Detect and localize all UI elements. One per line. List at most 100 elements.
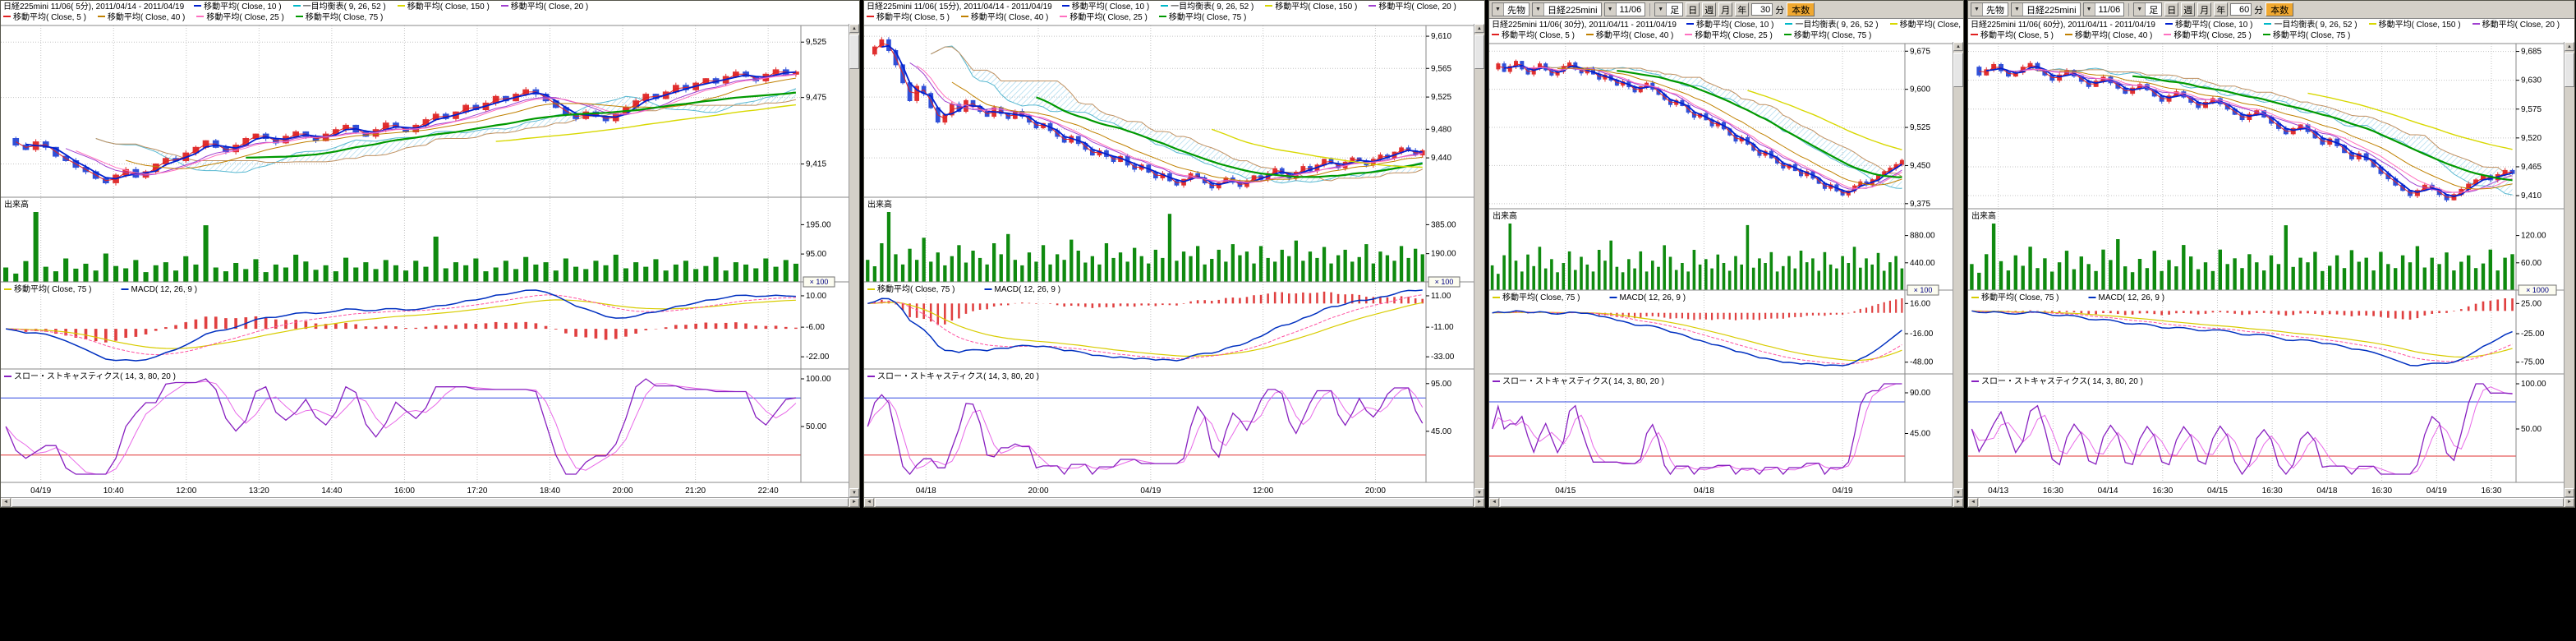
scroll-right-icon[interactable]: ► xyxy=(1953,498,1963,507)
minutes-input[interactable] xyxy=(2230,3,2252,16)
period-day-button[interactable]: 日 xyxy=(1686,2,1700,16)
category-dropdown[interactable]: ▼ 先物 xyxy=(1971,2,2008,16)
contract-dropdown[interactable]: ▼ 11/06 xyxy=(2083,2,2125,16)
horizontal-scrollbar[interactable]: ◄ ► xyxy=(1489,497,1963,507)
indicator-label: 移動平均( Close, 25 ) xyxy=(1060,13,1147,22)
scroll-right-icon[interactable]: ► xyxy=(849,498,859,507)
indicator-label: 移動平均( Close, 75 ) xyxy=(296,13,383,22)
bars-count-button[interactable]: 本数 xyxy=(2266,2,2293,16)
vertical-scrollbar[interactable]: ▲ ▼ xyxy=(2564,42,2574,497)
stoch-tick-label: 50.00 xyxy=(2521,425,2542,434)
time-tick-label: 16:30 xyxy=(2371,487,2392,496)
scrollbar-thumb[interactable] xyxy=(1500,498,1953,507)
time-tick-label: 13:20 xyxy=(249,487,269,496)
indicator-label: 移動平均( Close, 40 ) xyxy=(2065,31,2152,40)
scroll-left-icon[interactable]: ◄ xyxy=(864,498,874,507)
chart-header: 日経225mini 11/06( 5分), 2011/04/14 - 2011/… xyxy=(1,1,859,24)
indicator-label: 移動平均( Close, 150 ) xyxy=(2369,21,2461,30)
scroll-right-icon[interactable]: ► xyxy=(2564,498,2574,507)
macd-tick-label: -48.00 xyxy=(1910,358,1934,367)
price-tick-label: 9,475 xyxy=(806,94,826,103)
scroll-down-icon[interactable]: ▼ xyxy=(2564,488,2574,497)
indicator-label: 移動平均( Close, 5 ) xyxy=(3,13,86,22)
scrollbar-thumb[interactable] xyxy=(12,498,849,507)
scrollbar-thumb[interactable] xyxy=(849,35,859,69)
stoch-tick-label: 95.00 xyxy=(1431,380,1451,389)
price-tick-label: 9,575 xyxy=(2521,105,2542,114)
scroll-down-icon[interactable]: ▼ xyxy=(849,488,859,497)
scrollbar-thumb[interactable] xyxy=(1979,498,2564,507)
scroll-up-icon[interactable]: ▲ xyxy=(1474,24,1484,33)
chart-plot-area[interactable]: 9,6109,5659,5259,4809,440385.00190.0011.… xyxy=(864,24,1474,497)
time-tick-label: 17:20 xyxy=(467,487,487,496)
scrollbar-thumb[interactable] xyxy=(1953,53,1963,87)
instrument-dropdown[interactable]: ▼ 日経225mini xyxy=(1532,2,1602,16)
scrollbar-thumb[interactable] xyxy=(1474,35,1484,69)
dropdown-arrow-icon: ▼ xyxy=(2084,3,2095,16)
macd-section-label: 移動平均( Close, 75 ) xyxy=(14,284,91,294)
scroll-down-icon[interactable]: ▼ xyxy=(1474,488,1484,497)
price-tick-label: 9,375 xyxy=(1910,200,1930,209)
minutes-input[interactable] xyxy=(1751,3,1773,16)
instrument-dropdown[interactable]: ▼ 日経225mini xyxy=(2011,2,2081,16)
category-dropdown[interactable]: ▼ 先物 xyxy=(1492,2,1530,16)
bar-type-value: 足 xyxy=(1667,3,1682,16)
chart-header: 日経225mini 11/06( 15分), 2011/04/14 - 2011… xyxy=(864,1,1484,24)
dropdown-arrow-icon: ▼ xyxy=(1605,3,1617,16)
scrollbar-thumb[interactable] xyxy=(2564,53,2574,87)
period-week-button[interactable]: 週 xyxy=(2181,2,2195,16)
scroll-left-icon[interactable]: ◄ xyxy=(1489,498,1499,507)
scroll-left-icon[interactable]: ◄ xyxy=(1968,498,1978,507)
horizontal-scrollbar[interactable]: ◄ ► xyxy=(1,497,859,507)
vertical-scrollbar[interactable]: ▲ ▼ xyxy=(1953,42,1963,497)
stoch-section-label: スロー・ストキャスティクス( 14, 3, 80, 20 ) xyxy=(877,371,1039,381)
period-month-button[interactable]: 月 xyxy=(2197,2,2211,16)
time-tick-label: 18:40 xyxy=(540,487,560,496)
contract-dropdown[interactable]: ▼ 11/06 xyxy=(1604,2,1646,16)
indicator-label: 移動平均( Close, 40 ) xyxy=(98,13,185,22)
time-tick-label: 16:30 xyxy=(2152,487,2173,496)
vertical-scrollbar[interactable]: ▲ ▼ xyxy=(849,24,859,497)
stoch-tick-label: 50.00 xyxy=(806,422,826,431)
indicator-label: 移動平均( Close, 20 ) xyxy=(501,2,588,12)
stoch-section-label: スロー・ストキャスティクス( 14, 3, 80, 20 ) xyxy=(1981,376,2143,386)
chart-plot-area[interactable]: 9,5259,4759,415195.0095.0010.00-6.00-22.… xyxy=(1,24,849,497)
chart-plot-area[interactable]: 9,6859,6309,5759,5209,4659,410120.0060.0… xyxy=(1968,42,2564,497)
scroll-left-icon[interactable]: ◄ xyxy=(1,498,11,507)
time-tick-label: 16:30 xyxy=(2043,487,2063,496)
chart-plot-area[interactable]: 9,6759,6009,5259,4509,375880.00440.0016.… xyxy=(1489,42,1953,497)
macd-section-label: 移動平均( Close, 75 ) xyxy=(877,284,954,294)
price-tick-label: 9,525 xyxy=(1910,123,1930,132)
volume-section-label: 出来高 xyxy=(1971,210,1996,221)
scroll-up-icon[interactable]: ▲ xyxy=(1953,42,1963,51)
scroll-up-icon[interactable]: ▲ xyxy=(849,24,859,33)
bar-type-dropdown[interactable]: ▼ 足 xyxy=(2133,2,2162,16)
period-week-button[interactable]: 週 xyxy=(1702,2,1716,16)
time-tick-label: 04/19 xyxy=(1140,487,1161,496)
bar-type-dropdown[interactable]: ▼ 足 xyxy=(1654,2,1683,16)
period-month-button[interactable]: 月 xyxy=(1718,2,1732,16)
bars-count-button[interactable]: 本数 xyxy=(1787,2,1815,16)
period-day-button[interactable]: 日 xyxy=(2164,2,2178,16)
scrollbar-thumb[interactable] xyxy=(875,498,1474,507)
price-tick-label: 9,450 xyxy=(1910,161,1930,170)
indicator-label: 一目均衡表( 9, 26, 52 ) xyxy=(1785,21,1878,30)
horizontal-scrollbar[interactable]: ◄ ► xyxy=(1968,497,2574,507)
price-tick-label: 9,685 xyxy=(2521,48,2542,57)
price-tick-label: 9,610 xyxy=(1431,32,1451,41)
time-tick-label: 04/15 xyxy=(2207,487,2228,496)
scroll-up-icon[interactable]: ▲ xyxy=(2564,42,2574,51)
period-year-button[interactable]: 年 xyxy=(1735,2,1749,16)
price-tick-label: 9,415 xyxy=(806,160,826,169)
vertical-scrollbar[interactable]: ▲ ▼ xyxy=(1474,24,1484,497)
horizontal-scrollbar[interactable]: ◄ ► xyxy=(864,497,1484,507)
price-tick-label: 9,440 xyxy=(1431,154,1451,163)
time-tick-label: 04/13 xyxy=(1988,487,2008,496)
macd-section-label: MACD( 12, 26, 9 ) xyxy=(131,285,198,294)
volume-tick-label: 385.00 xyxy=(1431,220,1456,229)
time-tick-label: 21:20 xyxy=(685,487,706,496)
period-year-button[interactable]: 年 xyxy=(2214,2,2228,16)
scroll-down-icon[interactable]: ▼ xyxy=(1953,488,1963,497)
time-tick-label: 20:00 xyxy=(1365,487,1386,496)
scroll-right-icon[interactable]: ► xyxy=(1474,498,1484,507)
